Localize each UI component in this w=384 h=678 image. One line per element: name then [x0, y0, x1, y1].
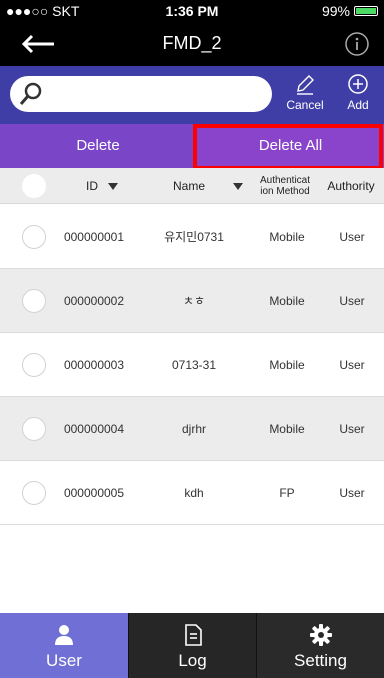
- cell-id: 000000002: [63, 294, 125, 308]
- battery-percent: 99%: [321, 3, 350, 19]
- table-row[interactable]: 000000003 0713-31 Mobile User: [0, 333, 384, 397]
- row-checkbox[interactable]: [22, 289, 46, 313]
- battery-icon: [354, 6, 378, 16]
- cell-name: 유지민0731: [164, 230, 224, 244]
- search-icon: [19, 82, 42, 105]
- document-icon: [184, 624, 202, 646]
- search-input[interactable]: [50, 82, 260, 106]
- column-header-id-label: ID: [86, 179, 98, 193]
- delete-bar: Delete Delete All: [0, 124, 384, 168]
- cancel-label: Cancel: [286, 98, 324, 112]
- column-header-auth-method: Authenticat ion Method: [259, 175, 311, 197]
- page-title: FMD_2: [162, 33, 222, 53]
- cell-auth-method: Mobile: [269, 358, 305, 372]
- cell-auth-method: Mobile: [269, 294, 305, 308]
- sort-down-icon: [108, 182, 118, 190]
- delete-button[interactable]: Delete: [0, 124, 196, 168]
- plus-circle-icon: [348, 74, 368, 94]
- table-row[interactable]: 000000002 ㅊㅎ Mobile User: [0, 269, 384, 333]
- cell-id: 000000003: [63, 358, 125, 372]
- cell-auth-method: Mobile: [269, 422, 305, 436]
- column-header-name-label: Name: [172, 179, 205, 193]
- search-box[interactable]: [10, 76, 272, 112]
- user-list: 000000001 유지민0731 Mobile User 000000002 …: [0, 205, 384, 525]
- screen: ●●●○○ SKT 1:36 PM 99% FMD_2 Cancel Add D…: [0, 0, 384, 678]
- cell-id: 000000001: [63, 230, 125, 244]
- table-row[interactable]: 000000001 유지민0731 Mobile User: [0, 205, 384, 269]
- add-button[interactable]: Add: [336, 72, 380, 118]
- row-checkbox[interactable]: [22, 225, 46, 249]
- tab-log[interactable]: Log: [128, 613, 256, 678]
- cell-id: 000000005: [63, 486, 125, 500]
- cell-name: ㅊㅎ: [182, 294, 206, 308]
- cancel-button[interactable]: Cancel: [282, 72, 328, 118]
- tab-setting-label: Setting: [294, 651, 347, 670]
- row-checkbox[interactable]: [22, 481, 46, 505]
- delete-all-button[interactable]: Delete All: [197, 124, 384, 168]
- tab-setting[interactable]: Setting: [256, 613, 384, 678]
- column-header-id[interactable]: ID: [62, 168, 142, 204]
- user-icon: [55, 625, 73, 645]
- status-right: 99%: [322, 3, 378, 19]
- info-icon: [345, 32, 369, 56]
- cell-authority: User: [339, 486, 365, 500]
- tab-user[interactable]: User: [0, 613, 128, 678]
- pencil-icon: [297, 75, 314, 95]
- tab-user-label: User: [46, 651, 82, 670]
- table-row[interactable]: 000000004 djrhr Mobile User: [0, 397, 384, 461]
- cell-id: 000000004: [63, 422, 125, 436]
- table-row[interactable]: 000000005 kdh FP User: [0, 461, 384, 525]
- cell-authority: User: [339, 422, 365, 436]
- cell-name: kdh: [184, 486, 204, 500]
- gear-icon: [309, 624, 332, 646]
- status-bar: ●●●○○ SKT 1:36 PM 99%: [0, 0, 384, 22]
- sort-down-icon[interactable]: [233, 183, 243, 190]
- table-header: ID Name Authenticat ion Method Authority: [0, 168, 384, 204]
- search-toolbar: Cancel Add: [0, 66, 384, 124]
- info-button[interactable]: [344, 31, 370, 57]
- cell-auth-method: FP: [279, 486, 295, 500]
- add-label: Add: [347, 98, 369, 112]
- tab-bar: User Log Setting: [0, 613, 384, 678]
- row-checkbox[interactable]: [22, 417, 46, 441]
- tab-log-label: Log: [178, 651, 207, 670]
- row-checkbox[interactable]: [22, 353, 46, 377]
- cell-authority: User: [339, 294, 365, 308]
- cell-authority: User: [339, 358, 365, 372]
- select-all-checkbox[interactable]: [22, 174, 46, 198]
- nav-bar: FMD_2: [0, 22, 384, 66]
- cell-authority: User: [339, 230, 365, 244]
- column-header-name[interactable]: Name: [148, 168, 230, 204]
- cell-name: djrhr: [181, 422, 206, 436]
- cell-auth-method: Mobile: [269, 230, 305, 244]
- cell-name: 0713-31: [171, 358, 217, 372]
- column-header-authority: Authority: [327, 179, 375, 193]
